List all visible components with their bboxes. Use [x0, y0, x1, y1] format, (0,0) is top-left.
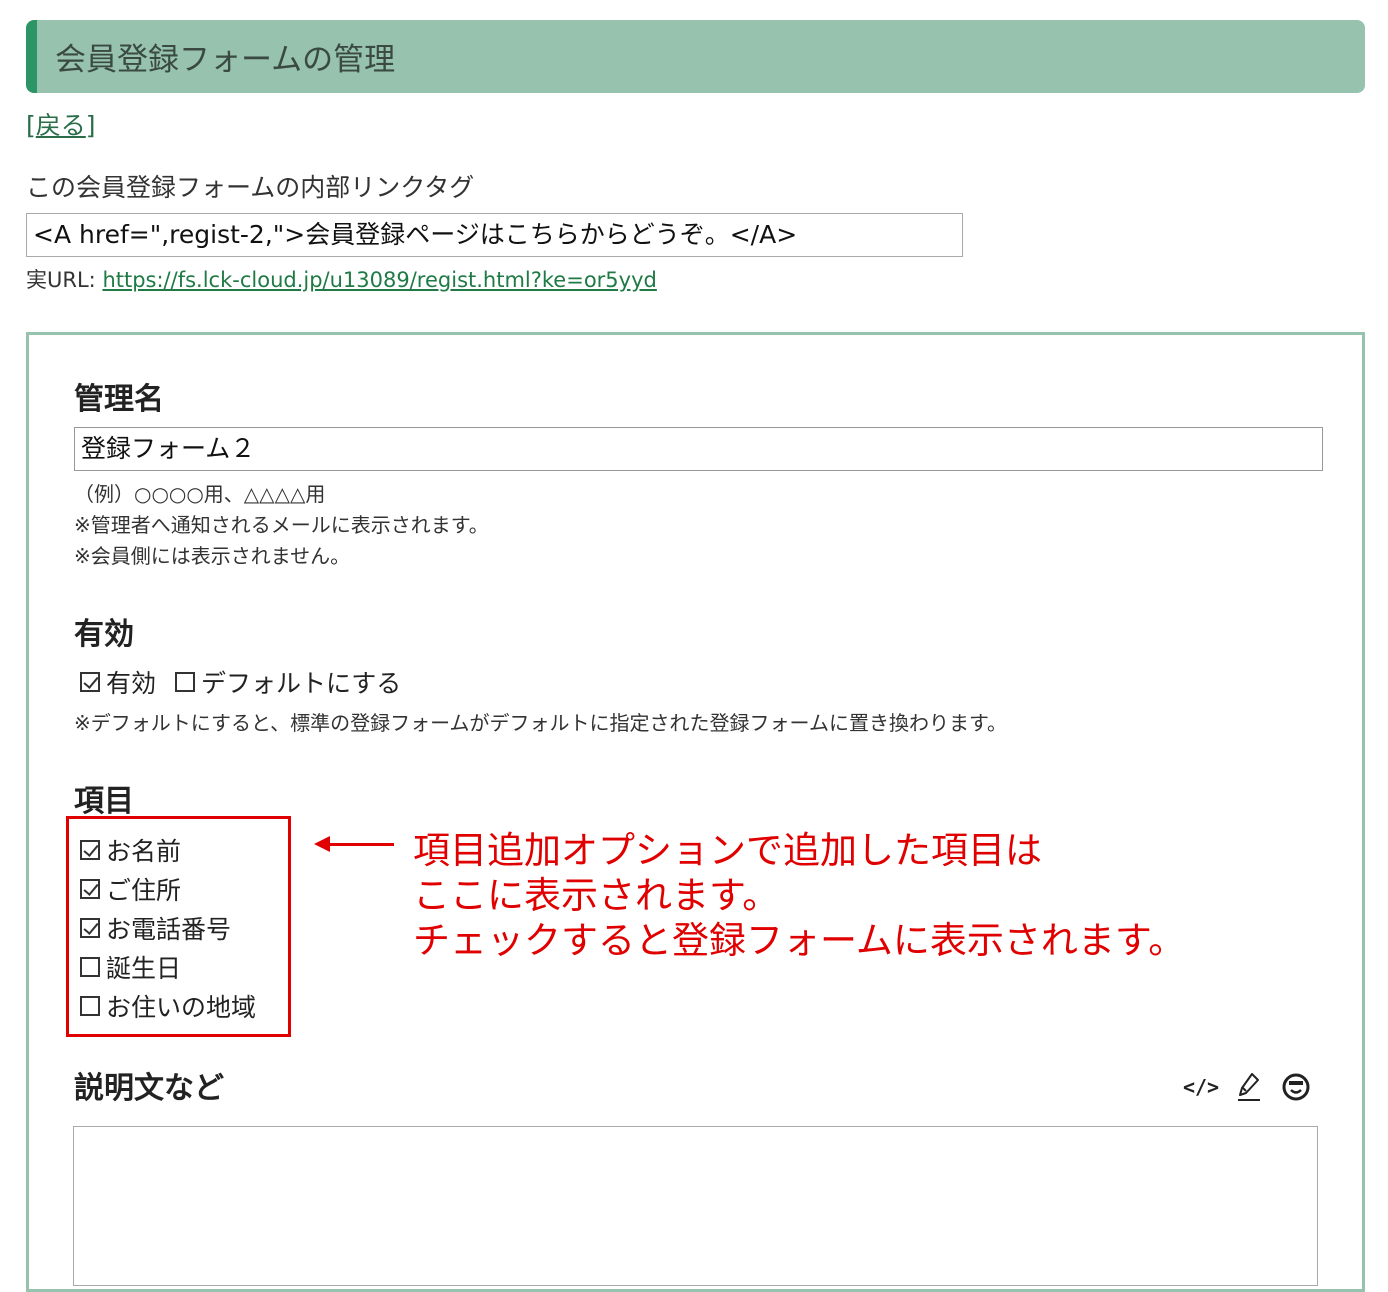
item-row[interactable]: お電話番号	[80, 910, 231, 946]
enabled-checkbox[interactable]	[80, 672, 100, 692]
management-name-input[interactable]: 登録フォーム２	[74, 427, 1323, 471]
default-checkbox[interactable]	[175, 672, 195, 692]
item-row[interactable]: 誕生日	[80, 949, 181, 985]
bracket-close: ]	[85, 111, 96, 140]
real-url-label: 実URL:	[26, 268, 96, 292]
item-checkbox[interactable]	[80, 996, 100, 1016]
page-title: 会員登録フォームの管理	[55, 42, 396, 78]
description-textarea[interactable]	[73, 1126, 1318, 1286]
default-checkbox-row[interactable]: デフォルトにする	[175, 664, 401, 700]
enabled-checkbox-row[interactable]: 有効	[80, 664, 156, 700]
page-header: 会員登録フォームの管理	[26, 20, 1365, 93]
item-row[interactable]: お住いの地域	[80, 988, 256, 1024]
item-checkbox[interactable]	[80, 918, 100, 938]
link-tag-label: この会員登録フォームの内部リンクタグ	[26, 173, 475, 202]
annotation-arrow-line	[326, 843, 394, 846]
pen-icon	[1238, 1073, 1260, 1101]
name-note-mail: ※管理者へ通知されるメールに表示されます。	[74, 513, 489, 537]
emoji-button[interactable]	[1276, 1069, 1316, 1105]
annotation-line-3: チェックすると登録フォームに表示されます。	[413, 919, 1186, 962]
item-label: ご住所	[106, 876, 182, 905]
name-note-example: （例）○○○○用、△△△△用	[74, 482, 326, 506]
real-url-link[interactable]: https://fs.lck-cloud.jp/u13089/regist.ht…	[102, 268, 656, 292]
item-checkbox[interactable]	[80, 957, 100, 977]
description-section-title: 説明文など	[74, 1071, 224, 1106]
link-tag-field[interactable]: <A href=",regist-2,">会員登録ページはこちらからどうぞ。</…	[26, 213, 963, 257]
item-label: お電話番号	[106, 915, 232, 944]
item-label: お住いの地域	[106, 993, 257, 1022]
enabled-note: ※デフォルトにすると、標準の登録フォームがデフォルトに指定された登録フォームに置…	[74, 711, 1007, 735]
default-label: デフォルトにする	[201, 669, 402, 698]
item-label: お名前	[106, 837, 182, 866]
name-note-hidden: ※会員側には表示されません。	[74, 544, 351, 568]
pen-tool-button[interactable]	[1229, 1069, 1269, 1105]
item-row[interactable]: お名前	[80, 832, 181, 868]
back-link-row: [戻る]	[26, 106, 96, 142]
back-link[interactable]: 戻る	[36, 111, 86, 140]
items-section-title: 項目	[74, 784, 134, 819]
item-label: 誕生日	[106, 954, 182, 983]
enabled-section-title: 有効	[74, 617, 134, 652]
enabled-label: 有効	[106, 669, 157, 698]
name-section-title: 管理名	[74, 382, 164, 417]
item-row[interactable]: ご住所	[80, 871, 181, 907]
emoji-icon	[1282, 1073, 1310, 1101]
code-icon: </>	[1182, 1075, 1220, 1099]
real-url-row: 実URL: https://fs.lck-cloud.jp/u13089/reg…	[26, 264, 657, 294]
bracket-open: [	[26, 111, 36, 140]
code-view-button[interactable]: </>	[1181, 1069, 1221, 1105]
item-checkbox[interactable]	[80, 879, 100, 899]
item-checkbox[interactable]	[80, 840, 100, 860]
